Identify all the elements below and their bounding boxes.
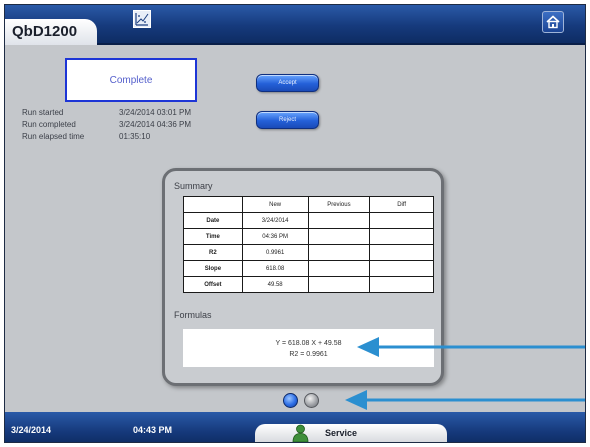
run-started-value: 3/24/2014 03:01 PM xyxy=(119,108,192,117)
run-started-label: Run started xyxy=(22,108,64,117)
page-indicator-active[interactable] xyxy=(283,393,298,408)
cell-new: 3/24/2014 xyxy=(241,212,309,229)
app-window: QbD1200 Complete Run started 3/24/2014 0… xyxy=(4,4,586,443)
home-icon xyxy=(546,15,560,29)
cell-previous xyxy=(307,228,371,245)
summary-heading: Summary xyxy=(174,181,213,191)
service-tab[interactable]: Service xyxy=(255,424,447,442)
formula-arrow-icon xyxy=(357,337,585,357)
chart-icon[interactable] xyxy=(133,10,151,28)
person-icon xyxy=(292,424,309,442)
cell-new: 49.58 xyxy=(241,276,309,293)
run-elapsed-row: Run elapsed time 01:35:10 xyxy=(22,131,191,143)
cell-previous xyxy=(307,276,371,293)
run-completed-value: 3/24/2014 04:36 PM xyxy=(119,120,192,129)
reject-button[interactable]: Reject xyxy=(256,111,319,129)
footer-bar: 3/24/2014 04:43 PM Service xyxy=(5,412,585,442)
cell-new: 0.9961 xyxy=(241,244,309,261)
pager-arrow-icon xyxy=(345,390,585,410)
row-label-offset: Offset xyxy=(183,276,243,293)
table-row: Time 04:36 PM xyxy=(183,228,434,245)
header-bar: QbD1200 xyxy=(5,5,585,45)
run-completed-row: Run completed 3/24/2014 04:36 PM xyxy=(22,119,191,131)
table-row: Date 3/24/2014 xyxy=(183,212,434,229)
footer-time: 04:43 PM xyxy=(133,425,173,435)
table-header-row: New Previous Diff xyxy=(183,196,434,213)
column-header xyxy=(183,196,243,213)
run-started-row: Run started 3/24/2014 03:01 PM xyxy=(22,107,191,119)
run-status-box: Complete xyxy=(65,58,197,102)
run-info: Run started 3/24/2014 03:01 PM Run compl… xyxy=(22,107,191,143)
run-elapsed-value: 01:35:10 xyxy=(119,132,151,141)
table-row: Slope 618.08 xyxy=(183,260,434,277)
row-label-r2: R2 xyxy=(183,244,243,261)
run-elapsed-label: Run elapsed time xyxy=(22,132,85,141)
cell-new: 618.08 xyxy=(241,260,309,277)
cell-diff xyxy=(369,260,434,277)
cell-diff xyxy=(369,228,434,245)
summary-table: New Previous Diff Date 3/24/2014 Time 04… xyxy=(183,196,434,293)
page-indicator-inactive[interactable] xyxy=(304,393,319,408)
cell-diff xyxy=(369,212,434,229)
table-row: Offset 49.58 xyxy=(183,276,434,293)
service-label: Service xyxy=(325,428,358,438)
row-label-time: Time xyxy=(183,228,243,245)
home-button[interactable] xyxy=(542,11,564,33)
row-label-slope: Slope xyxy=(183,260,243,277)
accept-button[interactable]: Accept xyxy=(256,74,319,92)
formulas-heading: Formulas xyxy=(174,310,212,320)
cell-previous xyxy=(307,244,371,261)
app-title: QbD1200 xyxy=(5,19,97,45)
run-completed-label: Run completed xyxy=(22,120,76,129)
cell-diff xyxy=(369,244,434,261)
cell-diff xyxy=(369,276,434,293)
column-header-previous: Previous xyxy=(307,196,371,213)
footer-date: 3/24/2014 xyxy=(11,425,52,435)
cell-previous xyxy=(307,260,371,277)
cell-previous xyxy=(307,212,371,229)
table-row: R2 0.9961 xyxy=(183,244,434,261)
row-label-date: Date xyxy=(183,212,243,229)
column-header-diff: Diff xyxy=(369,196,434,213)
cell-new: 04:36 PM xyxy=(241,228,309,245)
column-header-new: New xyxy=(241,196,309,213)
